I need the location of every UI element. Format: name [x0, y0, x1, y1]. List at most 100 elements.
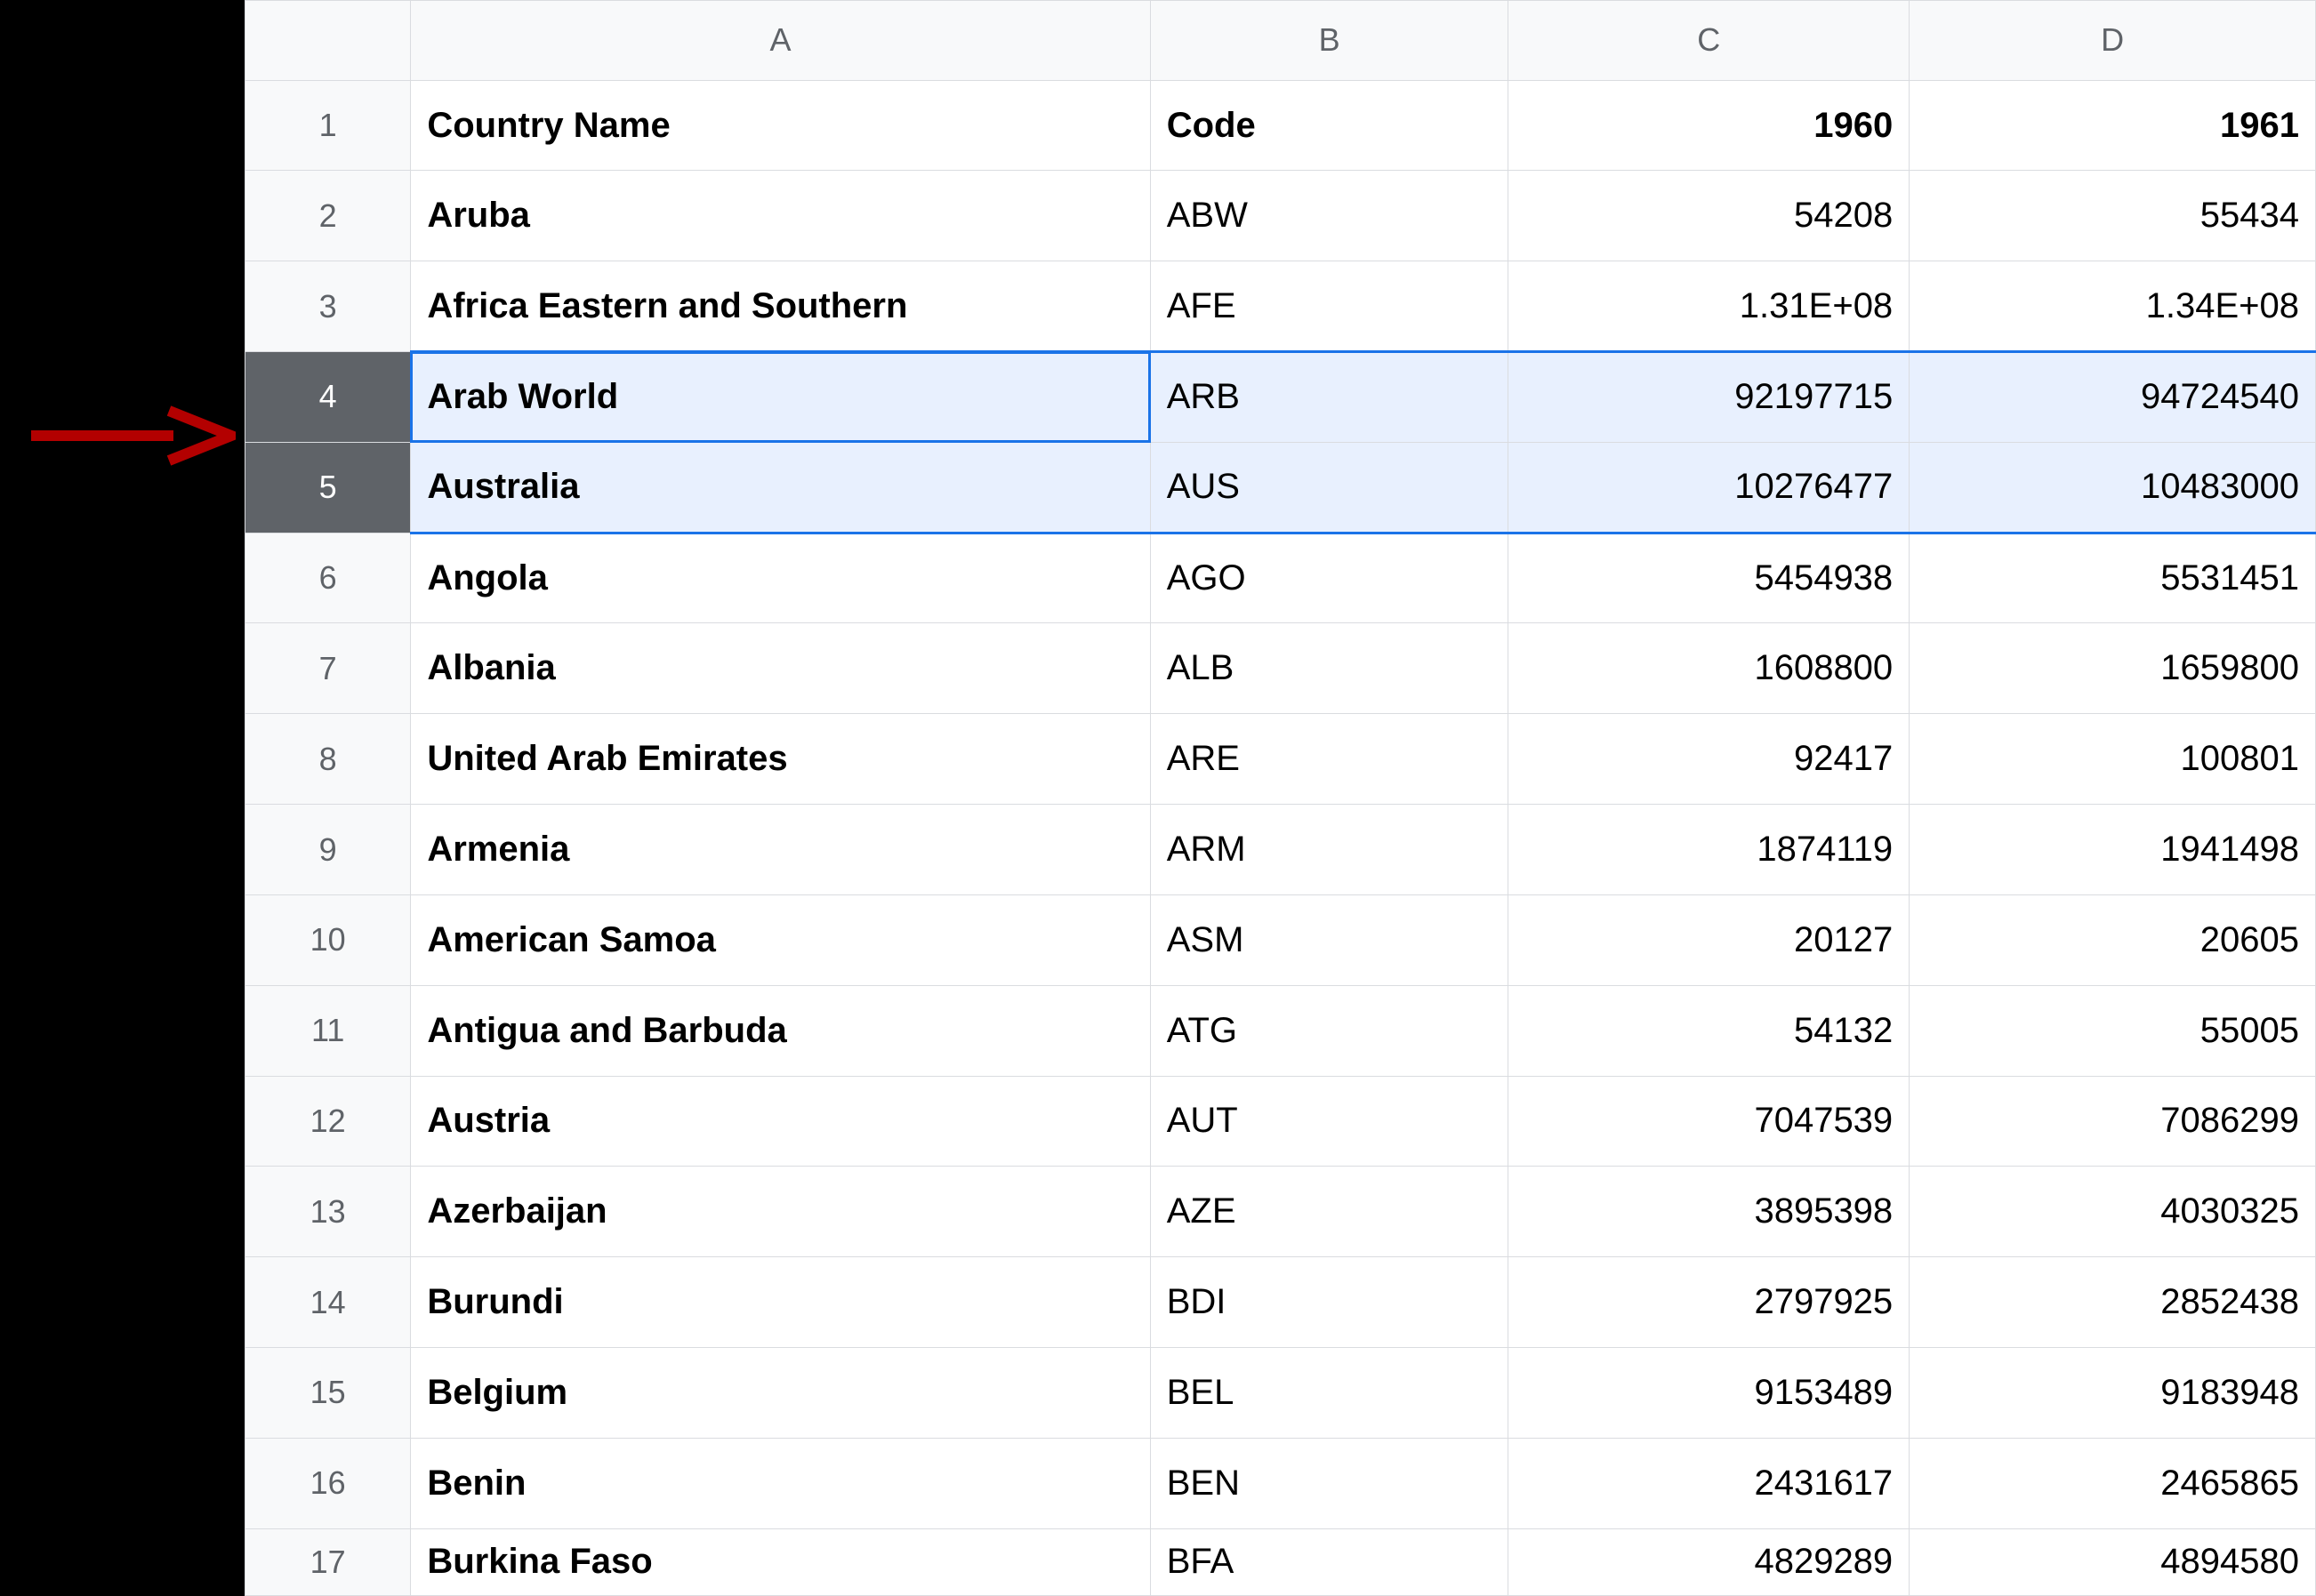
- column-header-A[interactable]: A: [411, 1, 1150, 81]
- table-row: 7 Albania ALB 1608800 1659800: [245, 623, 2316, 714]
- cell-B4[interactable]: ARB: [1150, 352, 1508, 443]
- cell-A6[interactable]: Angola: [411, 533, 1150, 623]
- cell-B2[interactable]: ABW: [1150, 171, 1508, 261]
- cell-D5[interactable]: 10483000: [1910, 442, 2316, 533]
- cell-B7[interactable]: ALB: [1150, 623, 1508, 714]
- row-header-10[interactable]: 10: [245, 894, 411, 985]
- cell-A16[interactable]: Benin: [411, 1438, 1150, 1528]
- cell-D14[interactable]: 2852438: [1910, 1257, 2316, 1348]
- cell-C3[interactable]: 1.31E+08: [1508, 261, 1910, 352]
- cell-A3[interactable]: Africa Eastern and Southern: [411, 261, 1150, 352]
- cell-A11[interactable]: Antigua and Barbuda: [411, 985, 1150, 1076]
- table-row: 1 Country Name Code 1960 1961: [245, 80, 2316, 171]
- row-header-17[interactable]: 17: [245, 1528, 411, 1595]
- cell-B14[interactable]: BDI: [1150, 1257, 1508, 1348]
- cell-B12[interactable]: AUT: [1150, 1076, 1508, 1167]
- cell-A8[interactable]: United Arab Emirates: [411, 714, 1150, 805]
- cell-D13[interactable]: 4030325: [1910, 1167, 2316, 1257]
- cell-A5[interactable]: Australia: [411, 442, 1150, 533]
- cell-D11[interactable]: 55005: [1910, 985, 2316, 1076]
- row-header-13[interactable]: 13: [245, 1167, 411, 1257]
- cell-A17[interactable]: Burkina Faso: [411, 1528, 1150, 1595]
- cell-D8[interactable]: 100801: [1910, 714, 2316, 805]
- row-header-8[interactable]: 8: [245, 714, 411, 805]
- cell-B13[interactable]: AZE: [1150, 1167, 1508, 1257]
- row-header-11[interactable]: 11: [245, 985, 411, 1076]
- cell-B10[interactable]: ASM: [1150, 894, 1508, 985]
- row-header-7[interactable]: 7: [245, 623, 411, 714]
- column-header-row: A B C D: [245, 1, 2316, 81]
- table-row: 9 Armenia ARM 1874119 1941498: [245, 805, 2316, 895]
- cell-D9[interactable]: 1941498: [1910, 805, 2316, 895]
- cell-A7[interactable]: Albania: [411, 623, 1150, 714]
- row-header-16[interactable]: 16: [245, 1438, 411, 1528]
- cell-D4[interactable]: 94724540: [1910, 352, 2316, 443]
- cell-C14[interactable]: 2797925: [1508, 1257, 1910, 1348]
- cell-D12[interactable]: 7086299: [1910, 1076, 2316, 1167]
- cell-C12[interactable]: 7047539: [1508, 1076, 1910, 1167]
- row-header-9[interactable]: 9: [245, 805, 411, 895]
- cell-C7[interactable]: 1608800: [1508, 623, 1910, 714]
- row-header-15[interactable]: 15: [245, 1347, 411, 1438]
- cell-C2[interactable]: 54208: [1508, 171, 1910, 261]
- cell-C8[interactable]: 92417: [1508, 714, 1910, 805]
- cell-D3[interactable]: 1.34E+08: [1910, 261, 2316, 352]
- cell-B6[interactable]: AGO: [1150, 533, 1508, 623]
- cell-D15[interactable]: 9183948: [1910, 1347, 2316, 1438]
- table-row: 12 Austria AUT 7047539 7086299: [245, 1076, 2316, 1167]
- cell-D1[interactable]: 1961: [1910, 80, 2316, 171]
- row-header-5[interactable]: 5: [245, 442, 411, 533]
- cell-D2[interactable]: 55434: [1910, 171, 2316, 261]
- cell-C1[interactable]: 1960: [1508, 80, 1910, 171]
- cell-A10[interactable]: American Samoa: [411, 894, 1150, 985]
- cell-B9[interactable]: ARM: [1150, 805, 1508, 895]
- row-header-2[interactable]: 2: [245, 171, 411, 261]
- spreadsheet-grid[interactable]: A B C D 1 Country Name Code 1960 1961 2 …: [245, 0, 2316, 1596]
- column-header-C[interactable]: C: [1508, 1, 1910, 81]
- row-header-1[interactable]: 1: [245, 80, 411, 171]
- cell-C13[interactable]: 3895398: [1508, 1167, 1910, 1257]
- cell-B11[interactable]: ATG: [1150, 985, 1508, 1076]
- column-header-B[interactable]: B: [1150, 1, 1508, 81]
- cell-A15[interactable]: Belgium: [411, 1347, 1150, 1438]
- cell-B17[interactable]: BFA: [1150, 1528, 1508, 1595]
- cell-D16[interactable]: 2465865: [1910, 1438, 2316, 1528]
- cell-B8[interactable]: ARE: [1150, 714, 1508, 805]
- table-row: 16 Benin BEN 2431617 2465865: [245, 1438, 2316, 1528]
- cell-A13[interactable]: Azerbaijan: [411, 1167, 1150, 1257]
- row-header-12[interactable]: 12: [245, 1076, 411, 1167]
- cell-C15[interactable]: 9153489: [1508, 1347, 1910, 1438]
- cell-C4[interactable]: 92197715: [1508, 352, 1910, 443]
- cell-B5[interactable]: AUS: [1150, 442, 1508, 533]
- row-header-14[interactable]: 14: [245, 1257, 411, 1348]
- cell-A2[interactable]: Aruba: [411, 171, 1150, 261]
- cell-A9[interactable]: Armenia: [411, 805, 1150, 895]
- table-row: 6 Angola AGO 5454938 5531451: [245, 533, 2316, 623]
- cell-A1[interactable]: Country Name: [411, 80, 1150, 171]
- row-header-6[interactable]: 6: [245, 533, 411, 623]
- column-header-D[interactable]: D: [1910, 1, 2316, 81]
- cell-D17[interactable]: 4894580: [1910, 1528, 2316, 1595]
- cell-C6[interactable]: 5454938: [1508, 533, 1910, 623]
- cell-B15[interactable]: BEL: [1150, 1347, 1508, 1438]
- cell-D6[interactable]: 5531451: [1910, 533, 2316, 623]
- cell-C17[interactable]: 4829289: [1508, 1528, 1910, 1595]
- cell-C5[interactable]: 10276477: [1508, 442, 1910, 533]
- table-row: 4 Arab World ARB 92197715 94724540: [245, 352, 2316, 443]
- cell-A12[interactable]: Austria: [411, 1076, 1150, 1167]
- cell-C9[interactable]: 1874119: [1508, 805, 1910, 895]
- cell-B16[interactable]: BEN: [1150, 1438, 1508, 1528]
- cell-C10[interactable]: 20127: [1508, 894, 1910, 985]
- cell-D7[interactable]: 1659800: [1910, 623, 2316, 714]
- select-all-corner[interactable]: [245, 1, 411, 81]
- row-header-4[interactable]: 4: [245, 352, 411, 443]
- cell-C16[interactable]: 2431617: [1508, 1438, 1910, 1528]
- cell-A4-active[interactable]: Arab World: [411, 352, 1150, 443]
- table-row: 2 Aruba ABW 54208 55434: [245, 171, 2316, 261]
- cell-B1[interactable]: Code: [1150, 80, 1508, 171]
- cell-D10[interactable]: 20605: [1910, 894, 2316, 985]
- cell-C11[interactable]: 54132: [1508, 985, 1910, 1076]
- cell-A14[interactable]: Burundi: [411, 1257, 1150, 1348]
- row-header-3[interactable]: 3: [245, 261, 411, 352]
- cell-B3[interactable]: AFE: [1150, 261, 1508, 352]
